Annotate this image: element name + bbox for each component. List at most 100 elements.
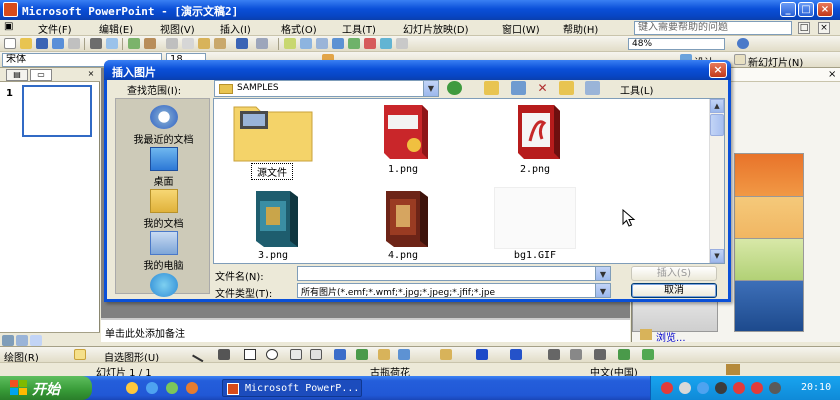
- quicklaunch-icon[interactable]: [126, 382, 138, 394]
- scroll-thumb[interactable]: [710, 114, 724, 136]
- grid-icon[interactable]: [380, 38, 392, 49]
- back-icon[interactable]: [447, 81, 462, 95]
- slideshow-view-icon[interactable]: [30, 335, 42, 346]
- rectangle-icon[interactable]: [244, 349, 256, 360]
- help-search-input[interactable]: 键入需要帮助的问题: [634, 21, 792, 35]
- shadow-icon[interactable]: [618, 349, 630, 360]
- quicklaunch-icon[interactable]: [186, 382, 198, 394]
- quicklaunch-icon[interactable]: [146, 382, 158, 394]
- zoom-combo[interactable]: 48%: [628, 38, 725, 50]
- task-pane-close-button[interactable]: ×: [828, 69, 836, 80]
- line-style-icon[interactable]: [548, 349, 560, 360]
- menu-help[interactable]: 帮助(H): [563, 21, 598, 36]
- diagram-icon[interactable]: [356, 349, 368, 360]
- filetype-combo[interactable]: 所有图片(*.emf;*.wmf;*.jpg;*.jpeg;*.jfif;*.j…: [297, 283, 611, 298]
- chevron-down-icon[interactable]: ▼: [595, 267, 610, 280]
- maximize-button[interactable]: □: [798, 2, 814, 17]
- place-my-documents[interactable]: 我的文档: [116, 189, 211, 230]
- browse-link[interactable]: 浏览...: [656, 329, 686, 344]
- views-icon[interactable]: [585, 81, 600, 95]
- menu-doc-icon[interactable]: ▣: [4, 21, 13, 32]
- expand-all-icon[interactable]: [348, 38, 360, 49]
- spelling-icon[interactable]: [128, 38, 140, 49]
- line-color-icon[interactable]: [476, 349, 488, 360]
- file-item[interactable]: 源文件: [214, 101, 332, 180]
- insert-chart-icon[interactable]: [284, 38, 296, 49]
- cancel-button[interactable]: 取消: [631, 283, 717, 298]
- file-list-scrollbar[interactable]: ▲ ▼: [709, 99, 724, 263]
- menu-view[interactable]: 视图(V): [160, 21, 195, 36]
- place-my-computer[interactable]: 我的电脑: [116, 231, 211, 272]
- tray-icon[interactable]: [661, 382, 673, 394]
- notes-pane[interactable]: 单击此处添加备注: [101, 318, 630, 342]
- file-item[interactable]: 4.png: [344, 187, 462, 263]
- menu-tools[interactable]: 工具(T): [342, 21, 376, 36]
- arrow-style-icon[interactable]: [594, 349, 606, 360]
- vertical-textbox-icon[interactable]: [310, 349, 322, 360]
- menu-slideshow[interactable]: 幻灯片放映(D): [403, 21, 469, 36]
- chevron-down-icon[interactable]: ▼: [595, 284, 610, 297]
- dash-style-icon[interactable]: [570, 349, 582, 360]
- slide-sorter-view-icon[interactable]: [16, 335, 28, 346]
- oval-icon[interactable]: [266, 349, 278, 360]
- quicklaunch-icon[interactable]: [166, 382, 178, 394]
- arrow-icon[interactable]: [218, 349, 230, 360]
- menu-insert[interactable]: 插入(I): [220, 21, 251, 36]
- picture-icon[interactable]: [398, 349, 410, 360]
- look-in-combo[interactable]: SAMPLES ▼: [214, 80, 439, 97]
- line-icon[interactable]: [192, 346, 208, 363]
- normal-view-icon[interactable]: [2, 335, 14, 346]
- color-grayscale-icon[interactable]: [396, 38, 408, 49]
- paste-icon[interactable]: [198, 38, 210, 49]
- design-template-thumb[interactable]: [734, 280, 804, 332]
- scroll-up-icon[interactable]: ▲: [710, 99, 724, 113]
- dialog-close-button[interactable]: ×: [709, 62, 727, 78]
- menu-edit[interactable]: 编辑(E): [99, 21, 133, 36]
- tray-icon[interactable]: [751, 382, 763, 394]
- copy-icon[interactable]: [182, 38, 194, 49]
- 3d-style-icon[interactable]: [642, 349, 654, 360]
- tables-borders-icon[interactable]: [316, 38, 328, 49]
- close-button[interactable]: ×: [817, 2, 833, 17]
- redo-icon[interactable]: [256, 38, 268, 49]
- tray-icon[interactable]: [679, 382, 691, 394]
- email-icon[interactable]: [68, 38, 80, 49]
- menu-format[interactable]: 格式(O): [281, 21, 317, 36]
- delete-icon[interactable]: ✕: [535, 81, 550, 95]
- up-folder-icon[interactable]: [484, 81, 499, 95]
- new-folder-icon[interactable]: [559, 81, 574, 95]
- start-button[interactable]: 开始: [0, 376, 92, 400]
- new-icon[interactable]: [4, 38, 16, 49]
- insert-picture-icon[interactable]: [332, 38, 344, 49]
- help-icon[interactable]: [737, 38, 749, 49]
- filename-input[interactable]: ▼: [297, 266, 611, 281]
- chevron-down-icon[interactable]: ▼: [423, 81, 438, 96]
- minimize-button[interactable]: _: [780, 2, 796, 17]
- tray-icon[interactable]: [733, 382, 745, 394]
- permission-icon[interactable]: [52, 38, 64, 49]
- taskbar-powerpoint-item[interactable]: Microsoft PowerP...: [222, 379, 362, 397]
- file-item[interactable]: 1.png: [344, 101, 462, 177]
- file-item[interactable]: 2.png: [476, 101, 594, 177]
- print-icon[interactable]: [90, 38, 102, 49]
- print-preview-icon[interactable]: [106, 38, 118, 49]
- search-web-icon[interactable]: [511, 81, 526, 95]
- fill-color-icon[interactable]: [440, 349, 452, 360]
- tray-icon[interactable]: [697, 382, 709, 394]
- clipart-icon[interactable]: [378, 349, 390, 360]
- place-network[interactable]: [116, 273, 211, 299]
- wordart-icon[interactable]: [334, 349, 346, 360]
- font-color-icon[interactable]: [510, 349, 522, 360]
- place-recent[interactable]: 我最近的文档: [116, 105, 211, 146]
- volume-icon[interactable]: [769, 382, 781, 394]
- file-item[interactable]: 3.png: [214, 187, 332, 263]
- pane-close-button[interactable]: ×: [84, 69, 98, 81]
- research-icon[interactable]: [144, 38, 156, 49]
- format-painter-icon[interactable]: [214, 38, 226, 49]
- new-slide-icon[interactable]: [734, 54, 746, 65]
- insert-button[interactable]: 插入(S): [631, 266, 717, 281]
- show-formatting-icon[interactable]: [364, 38, 376, 49]
- slide-thumbnail[interactable]: [22, 85, 92, 137]
- tray-icon[interactable]: [715, 382, 727, 394]
- textbox-icon[interactable]: [290, 349, 302, 360]
